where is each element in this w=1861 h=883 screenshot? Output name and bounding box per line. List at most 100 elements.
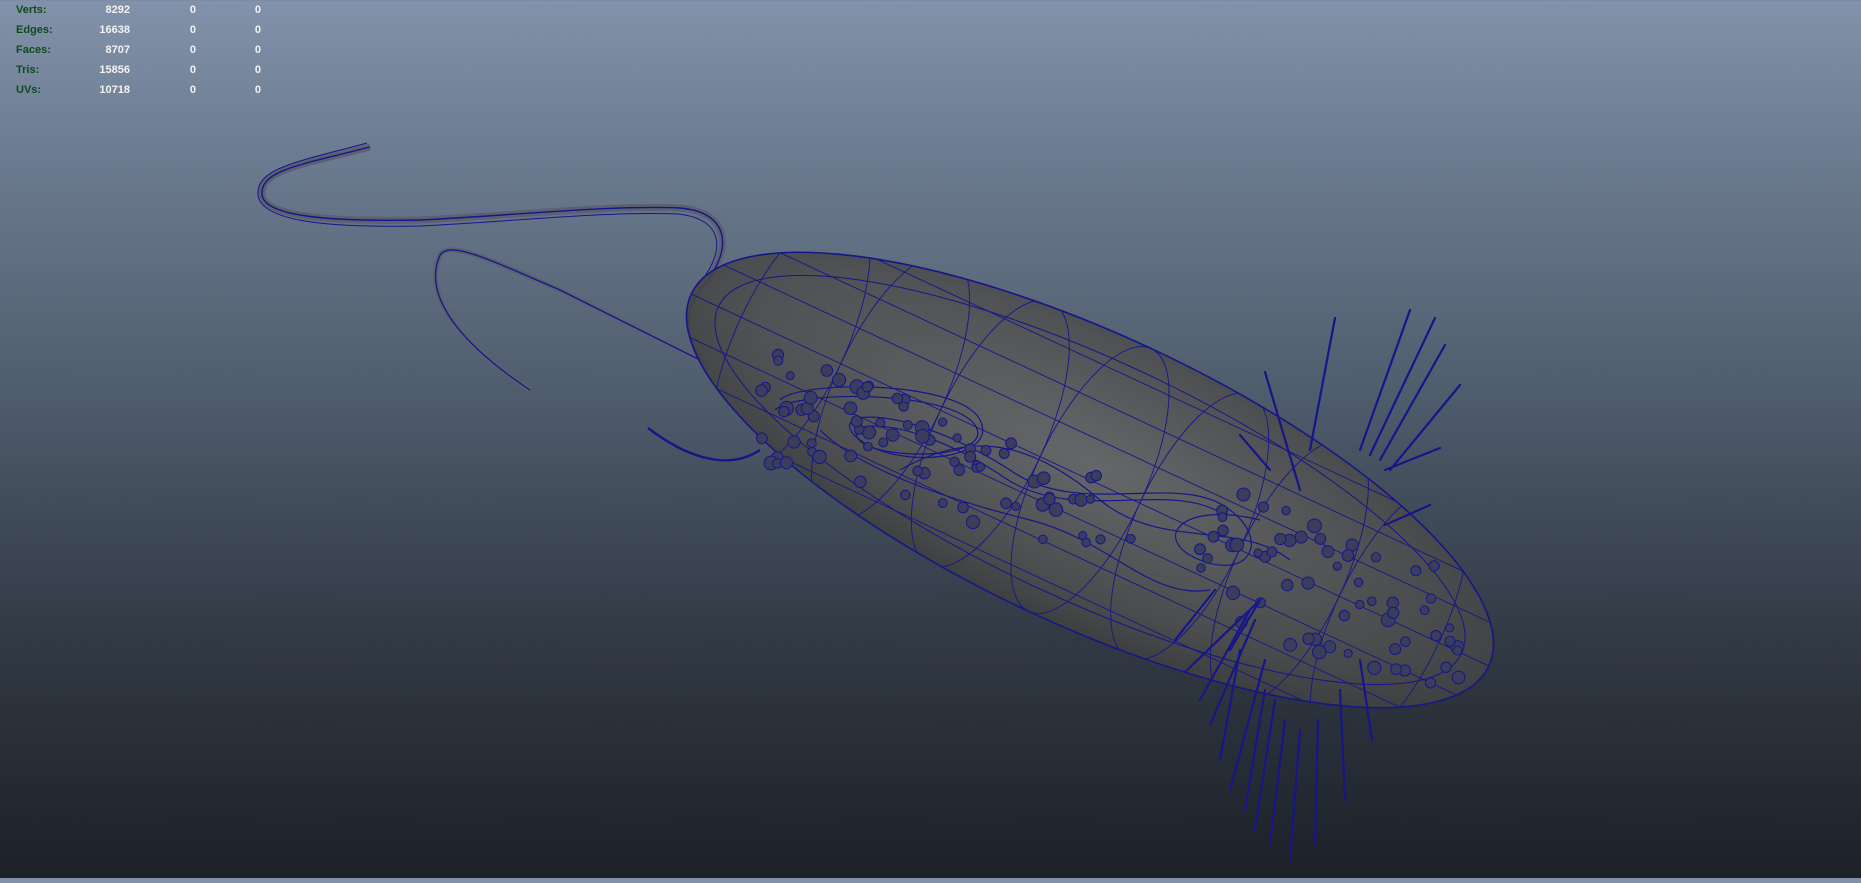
ribosome-sphere: [1452, 645, 1463, 656]
ribosome-sphere: [1341, 549, 1355, 562]
bacterium-model[interactable]: [0, 0, 1861, 878]
ribosome-sphere: [1367, 660, 1382, 675]
ribosome-sphere: [1281, 578, 1294, 592]
hud-value: 8292: [105, 4, 130, 16]
ribosome-sphere: [1355, 599, 1365, 610]
ribosome-sphere: [1321, 545, 1335, 558]
ribosome-sphere: [1283, 638, 1298, 652]
hud-row: Verts: 8292 0 0: [16, 0, 261, 20]
ribosome-sphere: [875, 417, 886, 428]
ribosome-sphere: [1425, 593, 1437, 604]
ribosome-sphere: [1390, 663, 1402, 676]
ribosome-sphere: [953, 464, 966, 477]
ribosome-sphere: [1444, 623, 1455, 633]
ribosome-sphere: [1425, 677, 1437, 689]
hud-col3: 0: [254, 4, 261, 16]
hud-value: 15856: [99, 64, 130, 76]
ribosome-sphere: [1207, 530, 1220, 543]
hud-label: UVs:: [16, 84, 42, 96]
ribosome-sphere: [900, 489, 911, 501]
ribosome-sphere: [1081, 537, 1091, 548]
ribosome-sphere: [1338, 609, 1351, 622]
ribosome-sphere: [1196, 563, 1206, 573]
ribosome-sphere: [902, 420, 913, 430]
ribosome-sphere: [1257, 501, 1270, 513]
ribosome-sphere: [1332, 561, 1342, 571]
pilus: [1313, 718, 1320, 847]
ribosome-sphere: [915, 429, 930, 444]
hud-col2: 0: [189, 44, 196, 56]
ribosome-sphere: [787, 435, 801, 449]
ribosome-sphere: [756, 432, 768, 445]
ribosome-sphere: [878, 437, 889, 448]
ribosome-sphere: [832, 372, 847, 388]
ribosome-sphere: [1389, 643, 1402, 656]
pilus: [1268, 718, 1287, 847]
ribosome-sphere: [912, 465, 924, 477]
ribosome-sphere: [964, 450, 977, 463]
poly-count-hud: Verts: 8292 0 0 Edges: 16638 0 0 Faces: 8707 0 0 Tri…: [16, 0, 261, 100]
ribosome-sphere: [1226, 585, 1241, 601]
ribosome-sphere: [861, 381, 874, 393]
ribosome-sphere: [850, 415, 863, 428]
ribosome-sphere: [1000, 497, 1012, 510]
ribosome-sphere: [1314, 533, 1327, 545]
ribosome-sphere: [1386, 596, 1400, 609]
flagellum: [257, 142, 761, 462]
ribosome-sphere: [1428, 560, 1440, 572]
ribosome-sphere: [998, 448, 1010, 459]
ribosome-sphere: [1253, 548, 1263, 558]
ribosome-sphere: [1125, 533, 1136, 544]
pilus: [1288, 728, 1302, 862]
ribosome-sphere: [1419, 605, 1430, 616]
ribosome-sphere: [778, 405, 790, 418]
ribosome-sphere: [938, 417, 948, 427]
ribosome-sphere: [1274, 533, 1287, 546]
ribosome-sphere: [844, 449, 858, 463]
ribosome-sphere: [1370, 552, 1382, 563]
ribosome-sphere: [1202, 553, 1213, 564]
ribosome-sphere: [755, 384, 768, 397]
pilus: [1388, 383, 1462, 472]
ribosome-sphere: [1294, 530, 1308, 544]
3d-viewport[interactable]: Verts: 8292 0 0 Edges: 16638 0 0 Faces: 8707 0 0 Tri…: [0, 0, 1861, 878]
ribosome-sphere: [1410, 565, 1422, 577]
hud-col2: 0: [189, 64, 196, 76]
ribosome-sphere: [1036, 471, 1051, 486]
ribosome-sphere: [854, 475, 867, 489]
ribosome-sphere: [1011, 501, 1021, 511]
hud-row: UVs: 10718 0 0: [16, 80, 261, 100]
hud-row: Tris: 15856 0 0: [16, 60, 261, 80]
hud-col2: 0: [189, 24, 196, 36]
ribosome-sphere: [1236, 487, 1251, 502]
ribosome-sphere: [1367, 596, 1377, 607]
ribosome-sphere: [1302, 632, 1315, 645]
ribosome-sphere: [952, 433, 962, 443]
ribosome-sphere: [1307, 518, 1322, 534]
hud-row: Faces: 8707 0 0: [16, 40, 261, 60]
ribosome-sphere: [1301, 576, 1315, 590]
hud-value: 8707: [105, 44, 130, 56]
ribosome-sphere: [1217, 512, 1228, 523]
ribosome-sphere: [1085, 494, 1096, 504]
ribosome-sphere: [820, 364, 834, 377]
ribosome-sphere: [780, 456, 793, 470]
ribosome-sphere: [1440, 661, 1452, 673]
hud-label: Edges:: [16, 24, 53, 36]
hud-col3: 0: [254, 44, 261, 56]
ribosome-sphere: [1005, 437, 1017, 450]
ribosome-sphere: [1217, 524, 1229, 537]
ribosome-sphere: [891, 392, 903, 405]
ribosome-sphere: [1343, 648, 1353, 659]
ribosome-sphere: [1038, 534, 1048, 545]
ribosome-sphere: [975, 462, 986, 472]
ribosome-sphere: [803, 390, 818, 405]
ribosome-sphere: [1281, 505, 1291, 516]
ribosome-sphere: [937, 498, 948, 508]
ribosome-sphere: [1387, 606, 1400, 619]
ribosome-sphere: [1444, 635, 1456, 647]
pilus: [1383, 446, 1442, 472]
ribosome-sphere: [957, 501, 969, 514]
hud-label: Tris:: [16, 64, 40, 76]
ribosome-sphere: [1430, 630, 1442, 642]
